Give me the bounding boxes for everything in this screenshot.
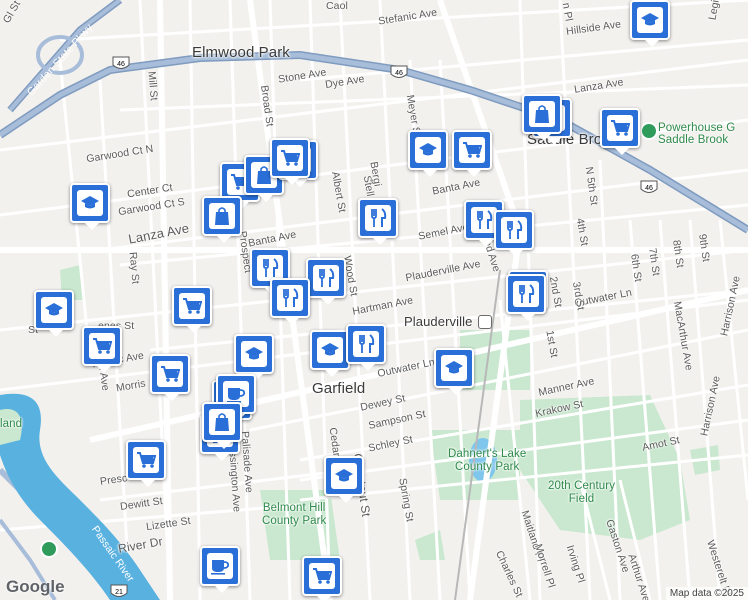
restaurant-icon [353,331,379,357]
place-label-garfield: Garfield [312,380,366,397]
highway-46-shield: 46 [390,65,408,78]
poi-pin-school[interactable] [434,348,474,395]
school-icon [441,355,467,381]
school-icon [241,341,267,367]
shopping-cart-icon [607,115,633,141]
poi-pin-school[interactable] [324,456,364,503]
poi-pin-cart[interactable] [302,556,342,600]
restaurant-icon [313,265,339,291]
poi-pin-school[interactable] [408,130,448,177]
poi-pin-school[interactable] [630,0,670,47]
poi-pin-cart[interactable] [172,286,212,333]
street-label: Mill St [145,70,160,102]
shopping-cart-icon [309,563,335,589]
school-icon [77,190,103,216]
poi-pin-food[interactable] [346,324,386,371]
poi-pin-cart[interactable] [270,138,310,185]
shopping-cart-icon [179,293,205,319]
poi-pin-cafe[interactable] [200,546,240,593]
restaurant-icon [513,281,539,307]
poi-pin-cart[interactable] [600,108,640,155]
poi-pin-shop[interactable] [522,94,562,141]
park-area [415,530,445,560]
restaurant-icon [501,217,527,243]
google-logo: Google [6,577,65,596]
shopping-cart-icon [277,145,303,171]
poi-pin-school[interactable] [234,334,274,381]
poi-pin-food[interactable] [506,274,546,321]
poi-pin-food[interactable] [306,258,346,305]
poi-pin-cart[interactable] [150,354,190,401]
park-label-20th-century-field[interactable]: 20th Century Field [548,480,615,506]
place-label-plauderville: Plauderville [404,314,473,329]
train-station-icon[interactable] [478,315,492,329]
highway-46-shield: 46 [640,180,658,193]
poi-pin-school[interactable] [70,183,110,230]
map-attribution[interactable]: Map data ©2025 [665,587,748,600]
poi-pin-shop[interactable] [202,196,242,243]
gym-poi-icon[interactable] [640,122,658,140]
park-label-belmont-hill[interactable]: Belmont Hill County Park [262,502,326,528]
place-label-elmwood-park: Elmwood Park [192,44,290,61]
poi-pin-school[interactable] [34,290,74,337]
school-icon [637,7,663,33]
poi-pin-food[interactable] [270,278,310,325]
poi-label-powerhouse-gym-2[interactable]: Saddle Brook [658,134,728,147]
map-base-layer [0,0,748,600]
school-icon [331,463,357,489]
map-canvas[interactable]: 46 46 46 21 Elmwood Park Saddle Brook Pl… [0,0,748,600]
shopping-cart-icon [157,361,183,387]
restaurant-icon [365,205,391,231]
school-icon [317,337,343,363]
park-poi-icon[interactable] [40,540,58,558]
highway-21-shield: 21 [110,584,128,597]
svg-text:46: 46 [645,185,653,192]
shopping-bag-icon [209,409,235,435]
poi-pin-food[interactable] [494,210,534,257]
cafe-icon [207,553,233,579]
poi-pin-shop[interactable] [202,402,242,449]
park-label-land: land [0,418,23,430]
street-label: Caol [326,0,348,12]
park-label-dahnerts-lake[interactable]: Dahnert's Lake County Park [448,448,526,474]
poi-pin-food[interactable] [358,198,398,245]
svg-text:46: 46 [395,70,403,77]
poi-pin-cart[interactable] [452,130,492,177]
shopping-cart-icon [133,447,159,473]
restaurant-icon [277,285,303,311]
poi-pin-school[interactable] [310,330,350,377]
poi-pin-cart[interactable] [126,440,166,487]
school-icon [41,297,67,323]
svg-text:21: 21 [115,589,123,596]
svg-text:46: 46 [117,61,125,68]
shopping-bag-icon [209,203,235,229]
shopping-cart-icon [89,333,115,359]
poi-pin-cart[interactable] [82,326,122,373]
highway-46-shield: 46 [112,56,130,69]
shopping-cart-icon [459,137,485,163]
school-icon [415,137,441,163]
shopping-bag-icon [529,101,555,127]
